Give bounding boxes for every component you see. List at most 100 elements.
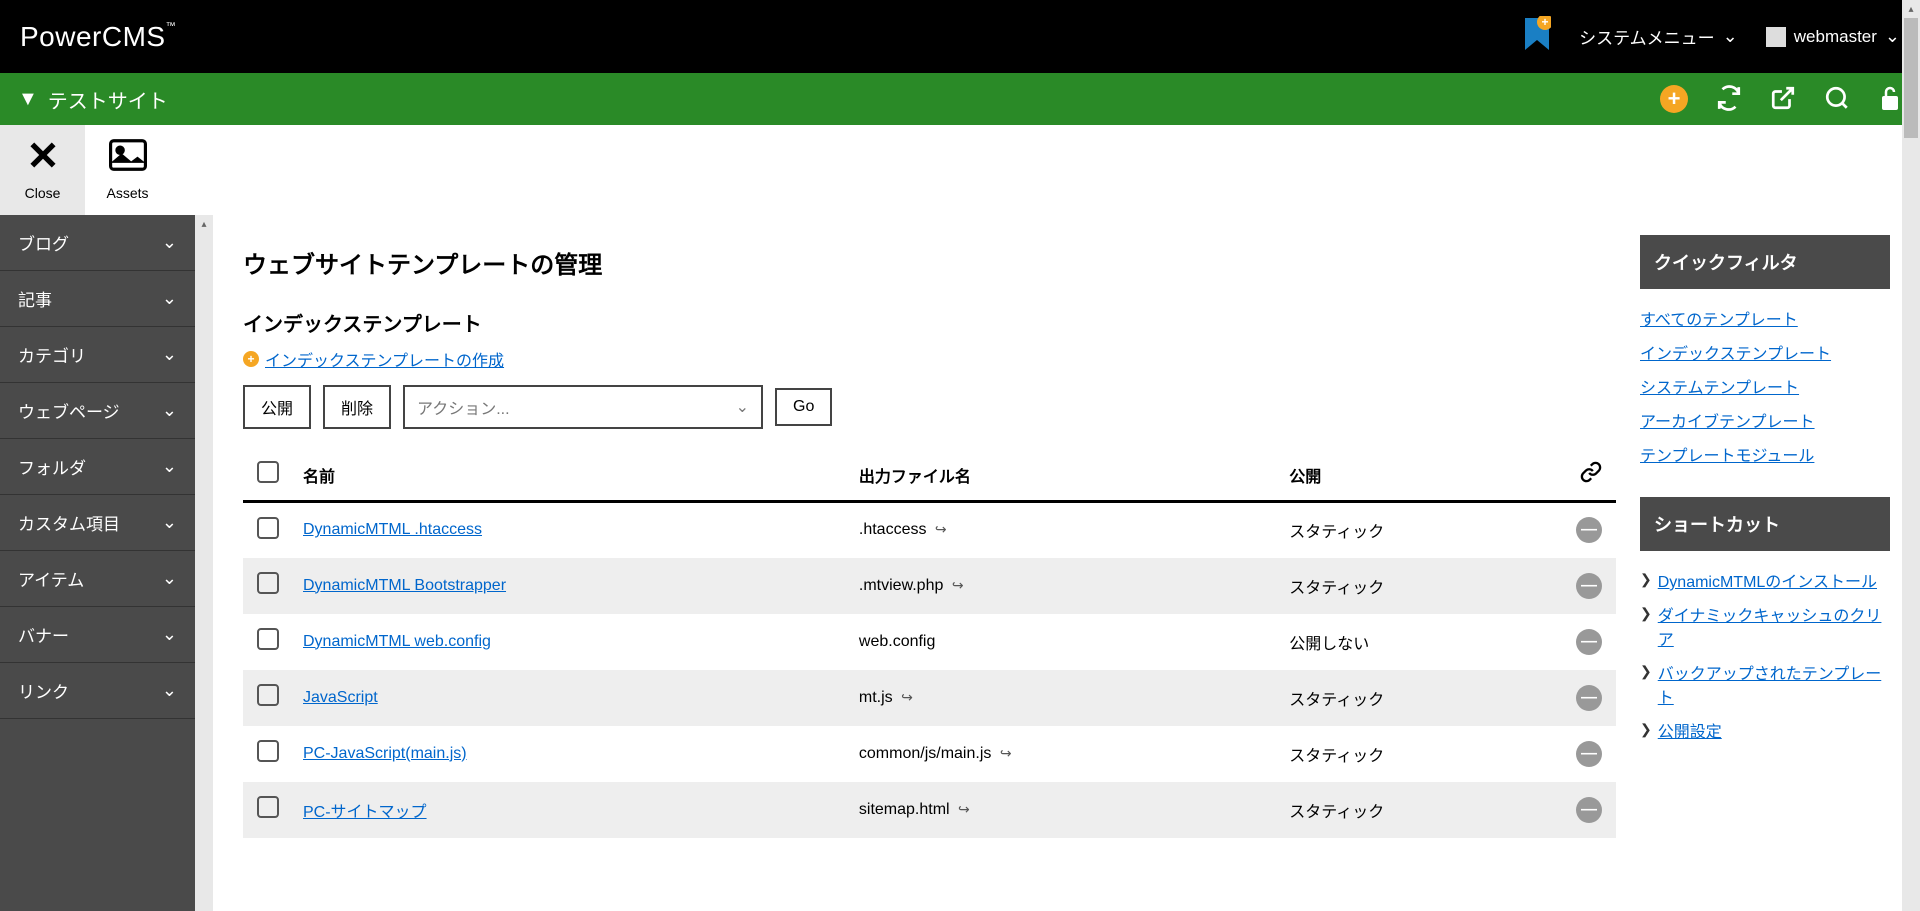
row-checkbox[interactable]: [257, 572, 279, 594]
sidebar-scrollbar[interactable]: ▴: [195, 215, 213, 911]
chevron-down-icon: ⌄: [162, 680, 177, 701]
scroll-up-icon[interactable]: ▴: [1902, 0, 1920, 18]
go-button[interactable]: Go: [775, 388, 832, 426]
system-menu[interactable]: システムメニュー ⌄: [1579, 24, 1738, 49]
arrow-bullet-icon: ❯: [1640, 571, 1652, 588]
sidebar-item[interactable]: フォルダ ⌄: [0, 439, 195, 495]
search-icon: [1824, 85, 1850, 114]
sidebar-item-label: ウェブページ: [18, 398, 120, 423]
col-publish: 公開: [1279, 449, 1566, 502]
action-placeholder: アクション...: [417, 395, 510, 419]
sidebar-item[interactable]: リンク ⌄: [0, 663, 195, 719]
remove-icon[interactable]: —: [1576, 685, 1602, 711]
logo-tm: ™: [166, 21, 177, 32]
search-button[interactable]: [1824, 85, 1850, 114]
row-checkbox[interactable]: [257, 517, 279, 539]
remove-icon[interactable]: —: [1576, 741, 1602, 767]
section-title: インデックステンプレート: [243, 308, 1616, 337]
template-name-link[interactable]: PC-JavaScript(main.js): [303, 745, 467, 762]
close-button[interactable]: Close: [0, 125, 85, 215]
page-scrollbar[interactable]: ▴: [1902, 0, 1920, 911]
quickfilter-link[interactable]: アーカイブテンプレート: [1640, 403, 1890, 437]
row-checkbox[interactable]: [257, 796, 279, 818]
col-output: 出力ファイル名: [849, 449, 1279, 502]
action-select[interactable]: アクション... ⌄: [403, 385, 763, 429]
external-link-icon: ↪: [958, 801, 970, 817]
remove-icon[interactable]: —: [1576, 573, 1602, 599]
sidebar-item[interactable]: ウェブページ ⌄: [0, 383, 195, 439]
scrollbar-thumb[interactable]: [1904, 18, 1918, 138]
bookmark-icon: +: [1523, 16, 1551, 57]
template-name-link[interactable]: DynamicMTML web.config: [303, 633, 491, 650]
assets-button[interactable]: Assets: [85, 125, 170, 215]
sidebar: ブログ⌄記事⌄カテゴリ⌄ウェブページ⌄フォルダ⌄カスタム項目⌄アイテム⌄バナー⌄…: [0, 215, 195, 911]
quickfilter-link[interactable]: テンプレートモジュール: [1640, 437, 1890, 471]
shortcuts-header: ショートカット: [1640, 497, 1890, 551]
sidebar-item-label: 記事: [18, 286, 52, 311]
quickfilter-link[interactable]: インデックステンプレート: [1640, 335, 1890, 369]
chevron-down-icon: ⌄: [162, 624, 177, 645]
quickfilter-link[interactable]: システムテンプレート: [1640, 369, 1890, 403]
refresh-button[interactable]: [1716, 85, 1742, 114]
right-panel: クイックフィルタ すべてのテンプレートインデックステンプレートシステムテンプレー…: [1640, 215, 1890, 838]
shortcut-link[interactable]: 公開設定: [1658, 718, 1722, 742]
quickfilter-link[interactable]: すべてのテンプレート: [1640, 301, 1890, 335]
sidebar-item[interactable]: バナー ⌄: [0, 607, 195, 663]
row-checkbox[interactable]: [257, 740, 279, 762]
user-menu[interactable]: webmaster ⌄: [1766, 26, 1900, 47]
template-name-link[interactable]: DynamicMTML .htaccess: [303, 521, 482, 538]
template-name-link[interactable]: JavaScript: [303, 689, 378, 706]
scroll-up-icon[interactable]: ▴: [195, 215, 213, 233]
lock-button[interactable]: [1878, 84, 1902, 115]
sidebar-item[interactable]: アイテム ⌄: [0, 551, 195, 607]
quickfilter-header: クイックフィルタ: [1640, 235, 1890, 289]
select-all-checkbox[interactable]: [257, 461, 279, 483]
template-name-link[interactable]: DynamicMTML Bootstrapper: [303, 577, 506, 594]
plus-circle-icon: +: [1660, 85, 1688, 113]
col-link: [1566, 449, 1616, 502]
add-button[interactable]: +: [1660, 85, 1688, 113]
chevron-down-icon: ⌄: [162, 400, 177, 421]
sidebar-item-label: フォルダ: [18, 454, 86, 479]
output-file: common/js/main.js ↪: [849, 726, 1279, 782]
bookmark-button[interactable]: +: [1523, 16, 1551, 57]
system-menu-label: システムメニュー: [1579, 24, 1715, 49]
delete-button[interactable]: 削除: [323, 385, 391, 429]
sidebar-item-label: アイテム: [18, 566, 84, 591]
logo[interactable]: PowerCMS™: [20, 21, 176, 53]
publish-button[interactable]: 公開: [243, 385, 311, 429]
external-link-icon: ↪: [952, 577, 964, 593]
remove-icon[interactable]: —: [1576, 629, 1602, 655]
chevron-down-icon: ⌄: [162, 568, 177, 589]
remove-icon[interactable]: —: [1576, 797, 1602, 823]
content: ウェブサイトテンプレートの管理 インデックステンプレート + インデックステンプ…: [213, 215, 1920, 911]
sidebar-item[interactable]: ブログ⌄: [0, 215, 195, 271]
sidebar-item[interactable]: カテゴリ⌄: [0, 327, 195, 383]
refresh-icon: [1716, 85, 1742, 114]
sidebar-item[interactable]: カスタム項目⌄: [0, 495, 195, 551]
sidebar-item-label: リンク: [18, 678, 69, 703]
output-file: .mtview.php ↪: [849, 558, 1279, 614]
col-name: 名前: [293, 449, 849, 502]
shortcut-link[interactable]: バックアップされたテンプレート: [1658, 660, 1890, 708]
arrow-bullet-icon: ❯: [1640, 721, 1652, 738]
template-name-link[interactable]: PC-サイトマップ: [303, 804, 427, 821]
external-button[interactable]: [1770, 85, 1796, 114]
sidebar-item-label: バナー: [18, 622, 69, 647]
shortcut-link[interactable]: DynamicMTMLのインストール: [1658, 568, 1877, 592]
logo-text: PowerCMS: [20, 21, 166, 52]
shortcut-link[interactable]: ダイナミックキャッシュのクリア: [1658, 602, 1890, 650]
assets-label: Assets: [106, 185, 148, 201]
chevron-down-icon: ⌄: [162, 456, 177, 477]
external-link-icon: ↪: [1000, 745, 1012, 761]
close-icon: [27, 139, 59, 179]
table-row: PC-JavaScript(main.js) common/js/main.js …: [243, 726, 1616, 782]
create-template-link[interactable]: インデックステンプレートの作成: [265, 347, 504, 371]
publish-status: 公開しない: [1279, 614, 1566, 670]
site-selector[interactable]: ▼ テストサイト: [18, 85, 168, 114]
row-checkbox[interactable]: [257, 684, 279, 706]
row-checkbox[interactable]: [257, 628, 279, 650]
sidebar-item[interactable]: 記事⌄: [0, 271, 195, 327]
chevron-down-icon: ⌄: [162, 232, 177, 253]
remove-icon[interactable]: —: [1576, 517, 1602, 543]
